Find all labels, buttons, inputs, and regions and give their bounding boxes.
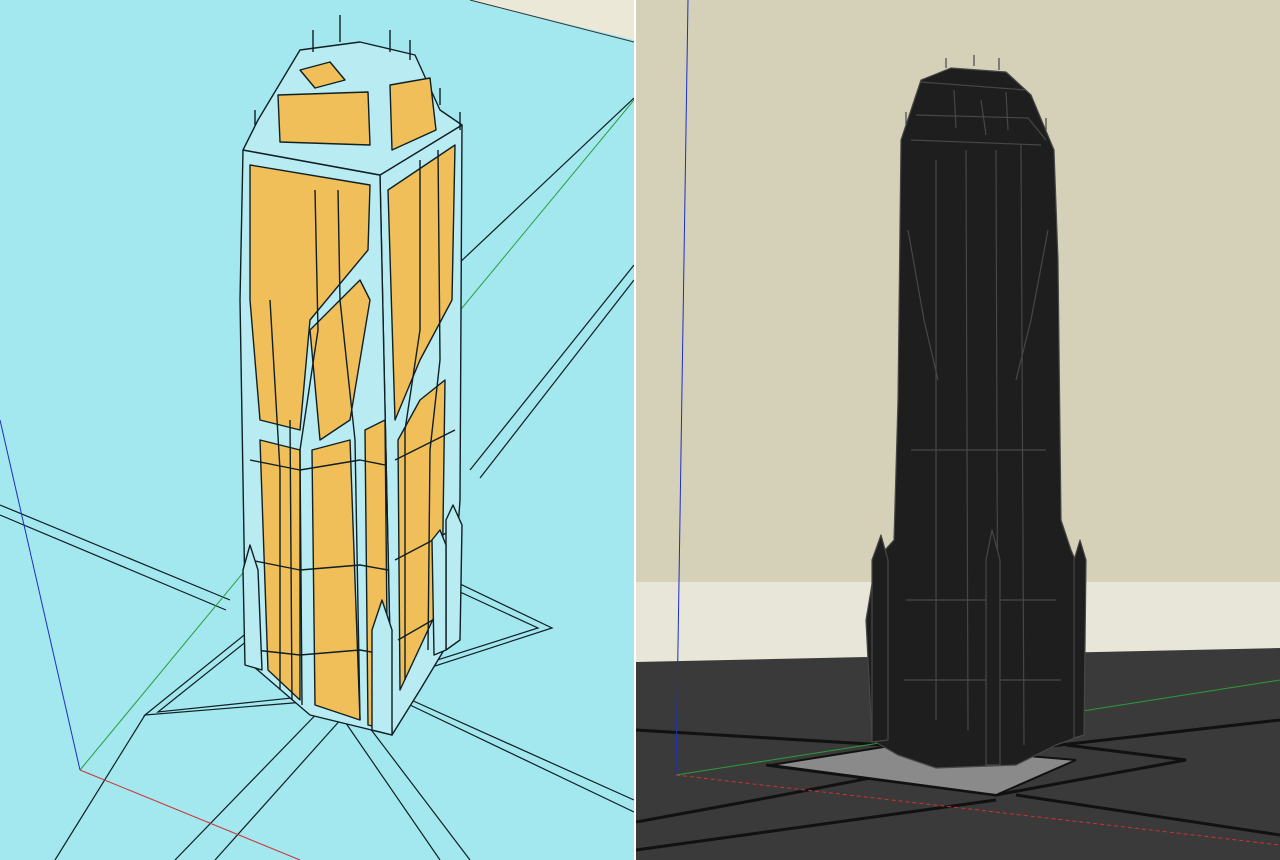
app-stage bbox=[0, 0, 1280, 860]
axis-red bbox=[79, 769, 301, 860]
tower-model[interactable] bbox=[239, 15, 463, 736]
right-scene bbox=[636, 0, 1280, 860]
axis-blue bbox=[0, 419, 81, 771]
left-viewport[interactable] bbox=[0, 0, 634, 860]
right-viewport[interactable] bbox=[636, 0, 1280, 860]
left-scene bbox=[0, 0, 634, 860]
